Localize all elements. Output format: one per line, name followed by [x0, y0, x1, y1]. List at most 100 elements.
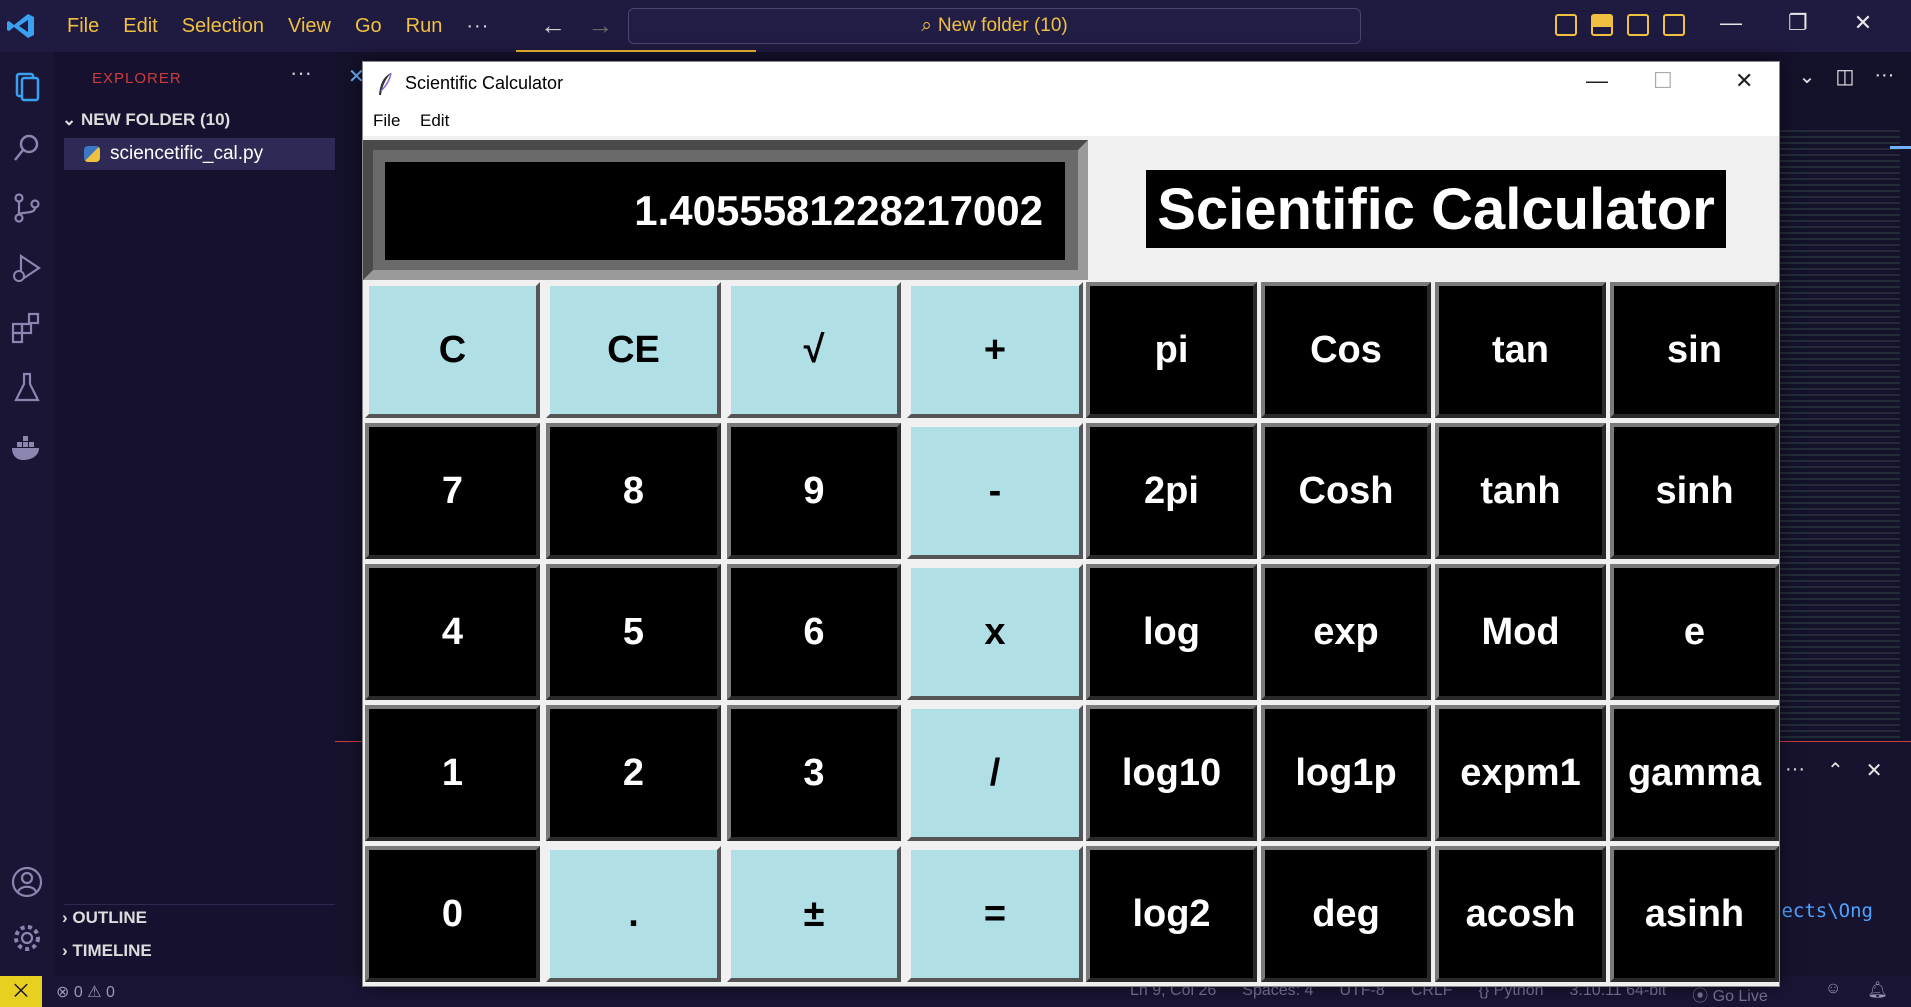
- key-divide[interactable]: /: [907, 705, 1083, 841]
- notifications-bell-icon[interactable]: 🔔︎: [1867, 980, 1887, 1000]
- toggle-panel-icon[interactable]: [1591, 14, 1613, 36]
- explorer-more-actions[interactable]: ···: [290, 60, 312, 86]
- key-7[interactable]: 7: [365, 423, 540, 559]
- menu-selection[interactable]: Selection: [170, 15, 276, 38]
- close-panel-icon[interactable]: ✕: [1866, 758, 1883, 783]
- key-tan[interactable]: tan: [1435, 282, 1606, 418]
- key-multiply[interactable]: x: [907, 564, 1083, 700]
- calculator-titlebar[interactable]: Scientific Calculator — ☐ ✕: [363, 62, 1779, 106]
- panel-more-icon[interactable]: ···: [1785, 758, 1805, 783]
- outline-section[interactable]: › OUTLINE: [62, 908, 147, 928]
- calc-menu-edit[interactable]: Edit: [420, 111, 449, 131]
- key-exp[interactable]: exp: [1261, 564, 1431, 700]
- key-log1p[interactable]: log1p: [1261, 705, 1431, 841]
- more-actions-icon[interactable]: ···: [1874, 64, 1894, 89]
- key-acosh[interactable]: acosh: [1435, 846, 1606, 982]
- key-2pi[interactable]: 2pi: [1086, 423, 1257, 559]
- manage-gear-icon[interactable]: [9, 920, 45, 956]
- run-debug-icon[interactable]: [9, 250, 45, 286]
- explorer-title: EXPLORER: [92, 70, 182, 87]
- key-deg[interactable]: deg: [1261, 846, 1431, 982]
- key-clear-entry[interactable]: CE: [546, 282, 721, 418]
- problems-indicator[interactable]: ⊗ 0 ⚠ 0: [56, 982, 115, 1002]
- minimize-icon[interactable]: —: [1720, 10, 1742, 36]
- calculator-heading: Scientific Calculator: [1146, 170, 1726, 248]
- editor-actions: › ⌄ ◫ ···: [1772, 64, 1894, 89]
- key-1[interactable]: 1: [365, 705, 540, 841]
- key-clear[interactable]: C: [365, 282, 540, 418]
- calc-menu-file[interactable]: File: [373, 111, 400, 131]
- key-tanh[interactable]: tanh: [1435, 423, 1606, 559]
- split-editor-icon[interactable]: ◫: [1835, 64, 1854, 89]
- chevron-down-icon: ⌄: [62, 110, 81, 129]
- minimap[interactable]: [1780, 130, 1900, 740]
- menu-file[interactable]: File: [55, 15, 111, 38]
- key-subtract[interactable]: -: [907, 423, 1083, 559]
- status-right-icons: ☺ 🔔︎: [1825, 980, 1888, 1000]
- accounts-icon[interactable]: [9, 864, 45, 900]
- calc-minimize-icon[interactable]: —: [1586, 68, 1608, 94]
- source-control-icon[interactable]: [9, 190, 45, 226]
- folder-section-header[interactable]: ⌄ NEW FOLDER (10): [62, 110, 230, 130]
- menu-edit[interactable]: Edit: [111, 15, 169, 38]
- key-log[interactable]: log: [1086, 564, 1257, 700]
- menu-more[interactable]: ···: [454, 15, 501, 38]
- toggle-secondary-sidebar-icon[interactable]: [1627, 14, 1649, 36]
- key-log10[interactable]: log10: [1086, 705, 1257, 841]
- key-mod[interactable]: Mod: [1435, 564, 1606, 700]
- file-item[interactable]: sciencetific_cal.py: [64, 138, 335, 170]
- key-cos[interactable]: Cos: [1261, 282, 1431, 418]
- key-sinh[interactable]: sinh: [1610, 423, 1779, 559]
- key-log2[interactable]: log2: [1086, 846, 1257, 982]
- chevron-down-icon[interactable]: ⌄: [1799, 64, 1816, 89]
- menu-run[interactable]: Run: [394, 15, 455, 38]
- calc-maximize-icon[interactable]: ☐: [1653, 68, 1673, 94]
- maximize-panel-icon[interactable]: ⌃: [1827, 758, 1844, 783]
- key-asinh[interactable]: asinh: [1610, 846, 1779, 982]
- search-activity-icon[interactable]: [9, 130, 45, 166]
- python-file-icon: [84, 146, 100, 162]
- key-6[interactable]: 6: [727, 564, 901, 700]
- key-expm1[interactable]: expm1: [1435, 705, 1606, 841]
- testing-flask-icon[interactable]: [9, 370, 45, 406]
- key-5[interactable]: 5: [546, 564, 721, 700]
- menu-view[interactable]: View: [276, 15, 343, 38]
- timeline-section[interactable]: › TIMELINE: [62, 941, 152, 961]
- remote-indicator-icon[interactable]: ⨉: [0, 976, 42, 1007]
- tk-feather-icon: [379, 72, 392, 95]
- key-8[interactable]: 8: [546, 423, 721, 559]
- chevron-right-icon: ›: [62, 941, 73, 960]
- key-equals[interactable]: =: [907, 846, 1083, 982]
- key-plus-minus[interactable]: ±: [727, 846, 901, 982]
- key-pi[interactable]: pi: [1086, 282, 1257, 418]
- key-sin[interactable]: sin: [1610, 282, 1779, 418]
- key-3[interactable]: 3: [727, 705, 901, 841]
- close-icon[interactable]: ✕: [1854, 10, 1872, 36]
- calc-close-icon[interactable]: ✕: [1735, 68, 1753, 94]
- calculator-display[interactable]: 1.4055581228217002: [385, 162, 1065, 260]
- extensions-icon[interactable]: [9, 310, 45, 346]
- restore-icon[interactable]: ❐: [1788, 10, 1808, 36]
- docker-icon[interactable]: [9, 430, 45, 466]
- toggle-primary-sidebar-icon[interactable]: [1555, 14, 1577, 36]
- key-e[interactable]: e: [1610, 564, 1779, 700]
- explorer-sidebar: EXPLORER ··· ⌄ NEW FOLDER (10) scienceti…: [54, 52, 335, 976]
- customize-layout-icon[interactable]: [1663, 14, 1685, 36]
- key-4[interactable]: 4: [365, 564, 540, 700]
- key-cosh[interactable]: Cosh: [1261, 423, 1431, 559]
- command-center-search[interactable]: ⌕ New folder (10): [628, 8, 1361, 44]
- menu-go[interactable]: Go: [343, 15, 394, 38]
- key-decimal[interactable]: .: [546, 846, 721, 982]
- key-sqrt[interactable]: √: [727, 282, 901, 418]
- feedback-icon[interactable]: ☺: [1825, 980, 1841, 1000]
- forward-arrow-icon[interactable]: →: [587, 10, 613, 40]
- key-add[interactable]: +: [907, 282, 1083, 418]
- key-gamma[interactable]: gamma: [1610, 705, 1779, 841]
- timeline-label: TIMELINE: [72, 941, 152, 960]
- key-0[interactable]: 0: [365, 846, 540, 982]
- key-2[interactable]: 2: [546, 705, 721, 841]
- back-arrow-icon[interactable]: ←: [540, 10, 566, 40]
- explorer-icon[interactable]: [9, 68, 45, 104]
- calculator-window: Scientific Calculator — ☐ ✕ File Edit 1.…: [362, 61, 1780, 987]
- key-9[interactable]: 9: [727, 423, 901, 559]
